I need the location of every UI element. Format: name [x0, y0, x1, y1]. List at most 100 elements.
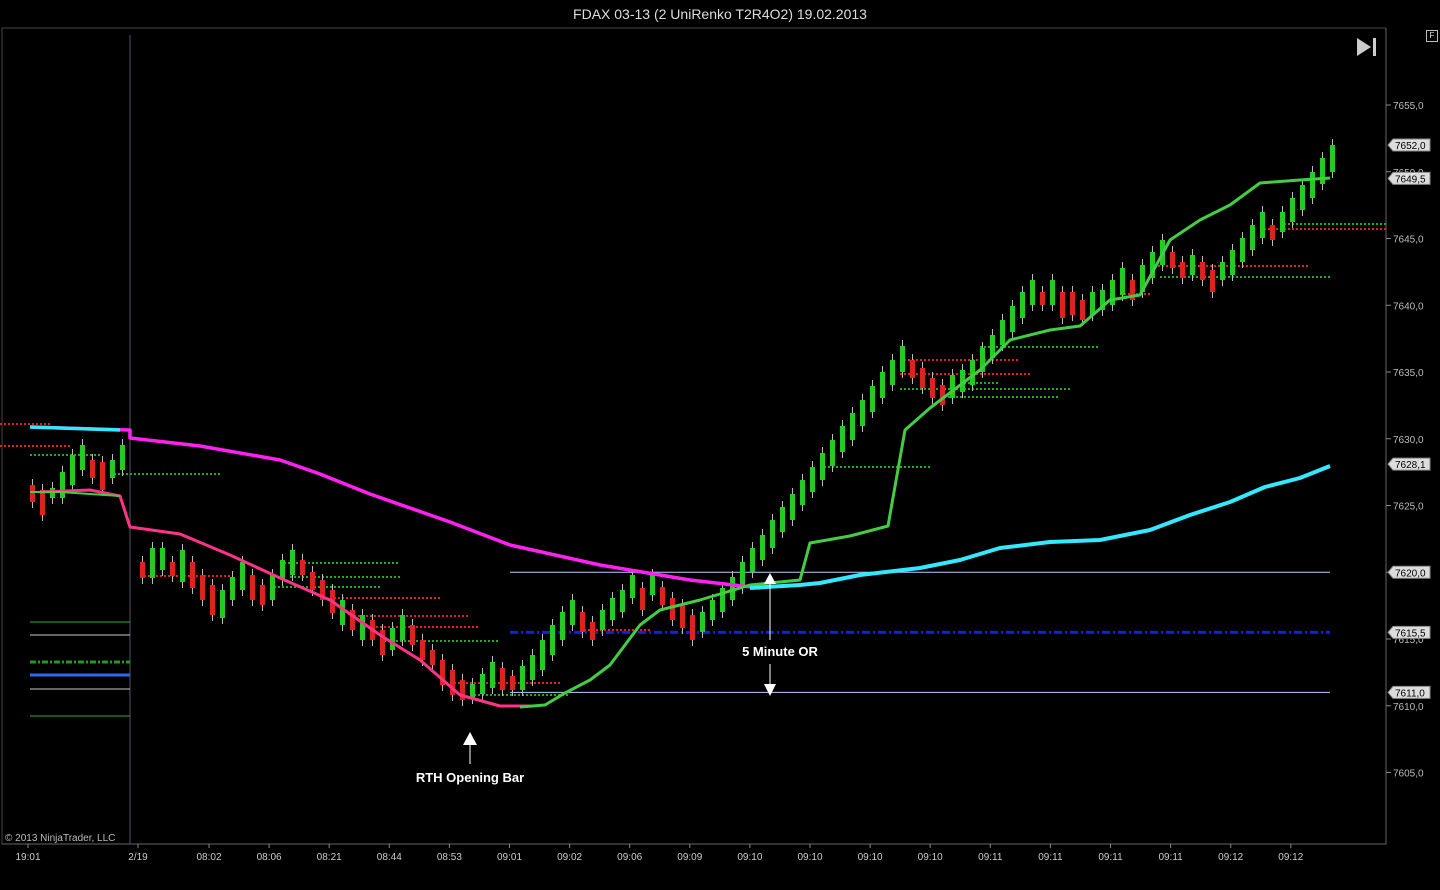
price-bar	[470, 684, 475, 698]
price-bar	[30, 485, 35, 502]
price-bar	[1290, 198, 1295, 222]
time-tick-label: 09:02	[557, 852, 582, 863]
time-tick-label: 08:02	[196, 852, 221, 863]
price-tick-label: 7640,0	[1393, 301, 1424, 312]
price-bar	[1030, 280, 1035, 305]
price-bar	[760, 535, 765, 560]
price-flag-label: 7611,0	[1395, 688, 1425, 699]
time-tick-label: 08:53	[437, 852, 462, 863]
price-bar	[540, 640, 545, 670]
price-bar	[500, 668, 505, 690]
price-bar	[340, 600, 345, 625]
price-flag: 7628,1	[1387, 457, 1431, 471]
price-bar	[1090, 292, 1095, 315]
price-bar	[360, 615, 365, 640]
price-bar	[80, 445, 85, 470]
price-bar	[200, 575, 205, 600]
price-bar	[860, 400, 865, 426]
time-tick-label: 08:44	[377, 852, 402, 863]
price-bar	[490, 662, 495, 688]
price-bar	[40, 490, 45, 515]
price-bar	[1190, 255, 1195, 275]
time-tick-label: 09:10	[918, 852, 943, 863]
price-bar	[140, 562, 145, 578]
chart-area[interactable]: 7655,07650,07645,07640,07635,07630,07625…	[0, 0, 1440, 890]
price-bar	[1170, 252, 1175, 268]
time-tick-label: 08:06	[257, 852, 282, 863]
price-flag-label: 7628,1	[1395, 460, 1426, 471]
price-bar	[480, 674, 485, 694]
price-bar	[1120, 268, 1125, 295]
price-bar	[890, 360, 895, 385]
price-bar	[240, 562, 245, 590]
price-bar	[100, 462, 105, 490]
price-bar	[1300, 185, 1305, 210]
price-tick-label: 7625,0	[1393, 502, 1424, 513]
price-bar	[210, 585, 215, 615]
time-tick-label: 09:01	[497, 852, 522, 863]
price-bar	[260, 585, 265, 605]
price-tick-label: 7610,0	[1393, 702, 1424, 713]
price-bar	[70, 455, 75, 485]
price-bar	[1250, 225, 1255, 250]
price-flag: 7649,5	[1387, 171, 1431, 185]
time-tick-label: 09:12	[1278, 852, 1303, 863]
price-bar	[120, 445, 125, 470]
time-tick-label: 08:21	[317, 852, 342, 863]
rth-arrow-icon	[463, 732, 477, 745]
time-tick-label: 2/19	[128, 852, 148, 863]
price-bar	[420, 640, 425, 660]
magenta-vwap-line	[29, 425, 761, 590]
price-bar	[1060, 292, 1065, 318]
price-bar	[110, 460, 115, 478]
price-flag-label: 7652,0	[1395, 141, 1426, 152]
price-bar	[910, 360, 915, 378]
price-bar	[950, 375, 955, 398]
price-bar	[850, 413, 855, 440]
price-bar	[630, 575, 635, 598]
green-trend-line	[519, 176, 1331, 709]
price-bar	[300, 560, 305, 575]
price-flag: 7620,0	[1387, 565, 1431, 579]
price-bar	[1230, 250, 1235, 275]
price-bar	[750, 548, 755, 572]
rth-annotation: RTH Opening Bar	[416, 732, 524, 785]
price-flag: 7652,0	[1387, 138, 1431, 152]
price-bar	[1310, 172, 1315, 198]
price-flag-label: 7615,5	[1395, 628, 1426, 639]
scroll-to-end-icon[interactable]	[1357, 38, 1376, 56]
price-bar	[1260, 212, 1265, 238]
price-bar	[1180, 262, 1185, 278]
time-tick-label: 09:11	[1158, 852, 1183, 863]
price-bar	[180, 550, 185, 582]
price-bar	[680, 605, 685, 628]
price-bar	[270, 575, 275, 600]
price-bar	[220, 590, 225, 618]
rth-label: RTH Opening Bar	[416, 770, 524, 785]
price-tick-label: 7630,0	[1393, 435, 1424, 446]
price-bar	[590, 622, 595, 640]
price-bar	[1200, 262, 1205, 280]
copyright: © 2013 NinjaTrader, LLC	[5, 833, 115, 844]
price-bar	[1330, 145, 1335, 172]
price-bar	[60, 472, 65, 498]
price-bar	[1050, 280, 1055, 305]
time-tick-label: 09:09	[677, 852, 702, 863]
or-label: 5 Minute OR	[742, 644, 818, 659]
price-bar	[640, 588, 645, 610]
price-bar	[580, 612, 585, 632]
price-bar	[920, 368, 925, 388]
price-bar	[410, 625, 415, 645]
price-bar	[1020, 292, 1025, 318]
price-bar	[930, 378, 935, 398]
price-bar	[550, 625, 555, 655]
price-bar	[1280, 212, 1285, 232]
price-bar	[390, 628, 395, 650]
price-bar	[800, 480, 805, 505]
price-bar	[610, 598, 615, 620]
price-bar	[1070, 292, 1075, 315]
price-bar	[250, 575, 255, 600]
price-bar	[1220, 262, 1225, 280]
price-bar	[160, 548, 165, 570]
price-bar	[830, 440, 835, 466]
